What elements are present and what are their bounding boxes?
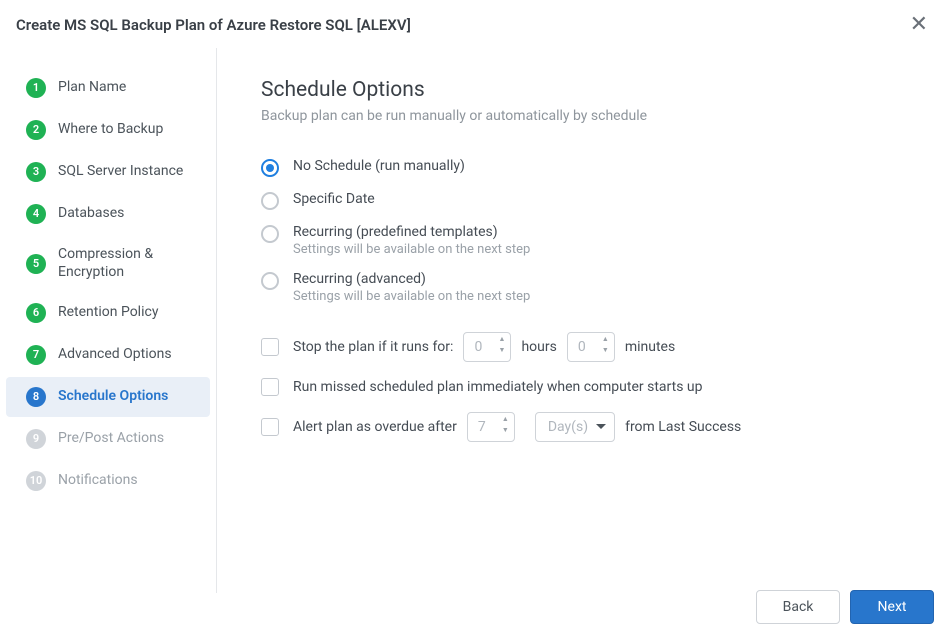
wizard-sidebar: 1 Plan Name 2 Where to Backup 3 SQL Serv… xyxy=(0,48,217,593)
step-number: 1 xyxy=(26,78,46,98)
overdue-value-stepper[interactable]: 7 ▲▼ xyxy=(467,412,515,442)
radio-no-schedule[interactable]: No Schedule (run manually) xyxy=(261,158,910,177)
radio-recurring-predefined[interactable]: Recurring (predefined templates) Setting… xyxy=(261,224,910,257)
main-panel: Schedule Options Backup plan can be run … xyxy=(217,48,950,593)
step-number: 9 xyxy=(26,429,46,449)
radio-icon xyxy=(261,225,279,243)
run-missed-checkbox[interactable] xyxy=(261,378,279,396)
schedule-radio-group: No Schedule (run manually) Specific Date… xyxy=(261,158,910,304)
minutes-stepper[interactable]: 0 ▲▼ xyxy=(567,332,615,362)
step-label: SQL Server Instance xyxy=(58,163,183,181)
spinner-arrows-icon: ▲▼ xyxy=(602,336,609,354)
chevron-down-icon xyxy=(596,424,606,429)
stop-plan-checkbox[interactable] xyxy=(261,338,279,356)
step-number: 8 xyxy=(26,387,46,407)
step-label: Notifications xyxy=(58,472,138,490)
step-number: 5 xyxy=(26,254,46,274)
sidebar-step-compression[interactable]: 5 Compression & Encryption xyxy=(6,236,210,291)
overdue-suffix: from Last Success xyxy=(625,419,741,435)
step-number: 6 xyxy=(26,303,46,323)
overdue-row: Alert plan as overdue after 7 ▲▼ Day(s) … xyxy=(261,412,910,442)
radio-specific-date[interactable]: Specific Date xyxy=(261,191,910,210)
step-label: Schedule Options xyxy=(58,388,168,406)
step-number: 2 xyxy=(26,120,46,140)
radio-label: Specific Date xyxy=(293,191,375,207)
overdue-label: Alert plan as overdue after xyxy=(293,419,457,435)
overdue-checkbox[interactable] xyxy=(261,418,279,436)
back-button[interactable]: Back xyxy=(756,590,840,624)
step-label: Databases xyxy=(58,205,124,223)
radio-icon xyxy=(261,272,279,290)
step-number: 4 xyxy=(26,204,46,224)
overdue-unit-select[interactable]: Day(s) xyxy=(535,412,615,442)
stop-plan-row: Stop the plan if it runs for: 0 ▲▼ hours… xyxy=(261,332,910,362)
sidebar-step-sql-instance[interactable]: 3 SQL Server Instance xyxy=(6,152,210,192)
next-button[interactable]: Next xyxy=(850,590,934,624)
step-number: 7 xyxy=(26,345,46,365)
dialog-body: 1 Plan Name 2 Where to Backup 3 SQL Serv… xyxy=(0,48,950,593)
step-label: Compression & Encryption xyxy=(58,246,196,281)
radio-label: Recurring (advanced) xyxy=(293,271,530,287)
hours-label: hours xyxy=(521,339,556,355)
dialog-footer: Back Next xyxy=(0,580,950,638)
dialog-header: Create MS SQL Backup Plan of Azure Resto… xyxy=(0,0,950,48)
radio-icon xyxy=(261,192,279,210)
step-number: 3 xyxy=(26,162,46,182)
hours-stepper[interactable]: 0 ▲▼ xyxy=(463,332,511,362)
step-number: 10 xyxy=(26,471,46,491)
radio-recurring-advanced[interactable]: Recurring (advanced) Settings will be av… xyxy=(261,271,910,304)
radio-label: Recurring (predefined templates) xyxy=(293,224,530,240)
radio-icon xyxy=(261,159,279,177)
spinner-arrows-icon: ▲▼ xyxy=(502,416,509,434)
spinner-arrows-icon: ▲▼ xyxy=(499,336,506,354)
radio-hint: Settings will be available on the next s… xyxy=(293,289,530,304)
step-label: Advanced Options xyxy=(58,346,172,364)
step-label: Retention Policy xyxy=(58,304,158,322)
step-label: Where to Backup xyxy=(58,121,163,139)
sidebar-step-where-to-backup[interactable]: 2 Where to Backup xyxy=(6,110,210,150)
dialog-title: Create MS SQL Backup Plan of Azure Resto… xyxy=(16,16,411,34)
page-subtitle: Backup plan can be run manually or autom… xyxy=(261,108,910,124)
sidebar-step-schedule[interactable]: 8 Schedule Options xyxy=(6,377,210,417)
sidebar-step-plan-name[interactable]: 1 Plan Name xyxy=(6,68,210,108)
run-missed-label: Run missed scheduled plan immediately wh… xyxy=(293,379,702,395)
sidebar-step-prepost[interactable]: 9 Pre/Post Actions xyxy=(6,419,210,459)
page-title: Schedule Options xyxy=(261,78,910,102)
run-missed-row: Run missed scheduled plan immediately wh… xyxy=(261,378,910,396)
sidebar-step-databases[interactable]: 4 Databases xyxy=(6,194,210,234)
close-icon[interactable]: ✕ xyxy=(904,12,934,38)
step-label: Pre/Post Actions xyxy=(58,430,164,448)
stop-plan-label: Stop the plan if it runs for: xyxy=(293,339,453,355)
step-label: Plan Name xyxy=(58,79,126,97)
sidebar-step-notifications[interactable]: 10 Notifications xyxy=(6,461,210,501)
radio-label: No Schedule (run manually) xyxy=(293,158,465,174)
sidebar-step-advanced[interactable]: 7 Advanced Options xyxy=(6,335,210,375)
radio-hint: Settings will be available on the next s… xyxy=(293,242,530,257)
sidebar-step-retention[interactable]: 6 Retention Policy xyxy=(6,293,210,333)
minutes-label: minutes xyxy=(625,339,675,355)
